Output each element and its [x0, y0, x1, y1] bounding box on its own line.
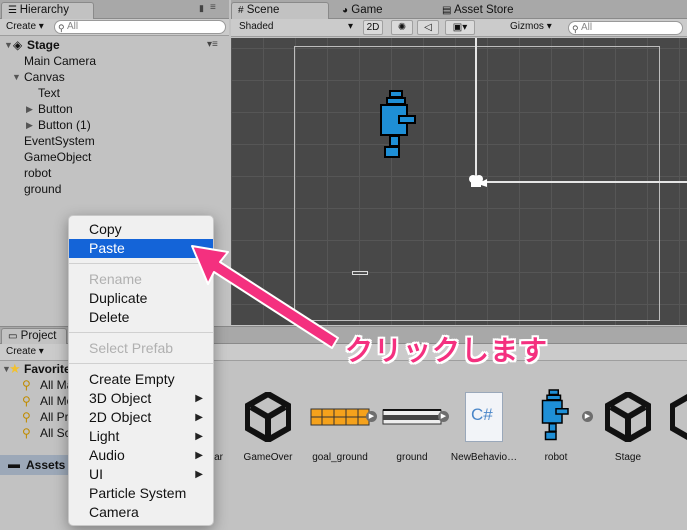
search-icon: ⚲ [22, 410, 31, 424]
lighting-toggle[interactable]: ✺ [391, 20, 413, 35]
hierarchy-item-main-camera[interactable]: Main Camera [24, 53, 96, 69]
menu-separator [69, 363, 213, 364]
menu-item-camera[interactable]: Camera [69, 503, 213, 522]
chevron-down-icon: ▾ [462, 22, 468, 33]
annotation-arrow [191, 245, 339, 349]
csharp-icon: C# [454, 387, 514, 447]
canvas-boundary [475, 38, 477, 181]
tab-game[interactable]: ◕ Game [335, 2, 415, 19]
menu-item-ui[interactable]: UI ▶ [69, 465, 213, 484]
tab-asset-store[interactable]: ▤ Asset Store [435, 2, 545, 19]
camera-gizmo-icon[interactable] [468, 174, 488, 188]
unity-icon[interactable] [670, 392, 687, 442]
unity-icon [238, 387, 298, 447]
submenu-arrow-icon: ▶ [195, 450, 203, 461]
asset-item[interactable]: Stage [590, 367, 666, 467]
speaker-icon: ◁ [424, 22, 432, 33]
game-pacman-icon: ◕ [342, 5, 349, 16]
scene-toolbar: Shaded ▾ 2D ✺ ◁ ▣▾ Gizmos ▾ ⚲ All [231, 19, 687, 37]
list-icon: ☰ [8, 5, 20, 16]
panel-menu-icon[interactable]: ≡ [210, 2, 216, 13]
menu-item-2d-object[interactable]: 2D Object ▶ [69, 408, 213, 427]
search-icon: ⚲ [572, 24, 579, 34]
sprite-icon [310, 387, 370, 447]
menu-item-copy[interactable]: Copy [69, 220, 213, 239]
hierarchy-toolbar: Create ▾ ⚲ All [0, 19, 229, 36]
search-icon: ⚲ [22, 426, 31, 440]
menu-item-create-empty[interactable]: Create Empty [69, 370, 213, 389]
2d-mode-toggle[interactable]: 2D [363, 20, 383, 35]
hierarchy-item-robot[interactable]: robot [24, 165, 51, 181]
annotation-text: クリックします [345, 335, 549, 366]
submenu-arrow-icon: ▶ [195, 431, 203, 442]
chevron-down-icon: ▾ [546, 21, 552, 32]
robot-sprite-icon [526, 387, 586, 447]
lock-icon[interactable]: ▮ [199, 3, 204, 14]
menu-item-light[interactable]: Light ▶ [69, 427, 213, 446]
effects-dropdown[interactable]: ▣▾ [445, 20, 475, 35]
collapsed-triangle-icon[interactable]: ▶ [26, 117, 33, 133]
tab-scene[interactable]: # Scene [231, 2, 329, 19]
store-bag-icon: ▤ [442, 5, 452, 16]
menu-item-3d-object[interactable]: 3D Object ▶ [69, 389, 213, 408]
hierarchy-tabbar: ☰ Hierarchy ▮ ≡ [0, 0, 229, 19]
scene-tabbar: # Scene ◕ Game ▤ Asset Store [231, 0, 687, 19]
submenu-arrow-icon: ▶ [195, 393, 203, 404]
scene-search-input[interactable]: ⚲ All [568, 21, 683, 35]
gizmos-dropdown[interactable]: Gizmos ▾ [506, 20, 564, 35]
search-icon: ⚲ [22, 394, 31, 408]
star-icon: ★ [9, 361, 21, 376]
tab-project[interactable]: ▭ Project [1, 328, 67, 344]
menu-item-audio[interactable]: Audio ▶ [69, 446, 213, 465]
menu-item-particle-system[interactable]: Particle System [69, 484, 213, 503]
hierarchy-search-input[interactable]: ⚲ All [54, 20, 226, 34]
chevron-down-icon: ▾ [347, 21, 353, 32]
expand-triangle-icon[interactable]: ▼ [12, 69, 21, 85]
unity-scene-icon: ◈ [13, 38, 23, 52]
asset-grid: ar GameOver ▶ goal_ground ▶ ground C# Ne… [213, 367, 687, 507]
project-create-button[interactable]: Create ▾ [2, 345, 48, 359]
canvas-boundary [475, 181, 687, 183]
assets-folder-row[interactable]: ▬ Assets [0, 455, 68, 475]
sun-icon: ✺ [397, 22, 407, 33]
asset-item[interactable]: ▶ robot [518, 367, 594, 467]
shading-mode-dropdown[interactable]: Shaded ▾ [235, 20, 355, 35]
unity-icon [598, 387, 658, 447]
scene-grid-icon: # [238, 5, 244, 16]
robot-sprite[interactable] [379, 90, 419, 164]
hierarchy-item-text[interactable]: Text [38, 85, 60, 101]
folder-icon: ▬ [8, 457, 20, 471]
hierarchy-create-button[interactable]: Create ▾ [2, 20, 48, 34]
image-icon: ▣ [452, 22, 463, 33]
hierarchy-item-ground[interactable]: ground [24, 181, 61, 197]
scene-menu-icon[interactable]: ▾≡ [207, 37, 218, 53]
search-icon: ⚲ [22, 378, 31, 392]
folder-icon: ▭ [8, 331, 18, 342]
asset-item[interactable]: C# NewBehavio… [446, 367, 522, 467]
asset-item[interactable]: ▶ goal_ground [302, 367, 378, 467]
audio-toggle[interactable]: ◁ [417, 20, 439, 35]
sprite-icon [382, 387, 442, 447]
project-folder-tree: ▼ ★ Favorites ⚲ All Ma ⚲ All Mo ⚲ All Pr… [2, 361, 78, 440]
collapsed-triangle-icon[interactable]: ▶ [26, 101, 33, 117]
submenu-arrow-icon: ▶ [195, 412, 203, 423]
submenu-arrow-icon: ▶ [195, 469, 203, 480]
asset-item[interactable]: ▶ ground [374, 367, 450, 467]
search-icon: ⚲ [58, 23, 65, 33]
tab-hierarchy[interactable]: ☰ Hierarchy [1, 2, 94, 19]
scene-root-row[interactable]: ▼ ◈ Stage ▾≡ [0, 37, 229, 53]
hierarchy-item-eventsystem[interactable]: EventSystem [24, 133, 95, 149]
asset-item[interactable]: GameOver [230, 367, 306, 467]
expand-triangle-icon[interactable]: ▼ [4, 37, 13, 53]
hierarchy-item-gameobject[interactable]: GameObject [24, 149, 91, 165]
